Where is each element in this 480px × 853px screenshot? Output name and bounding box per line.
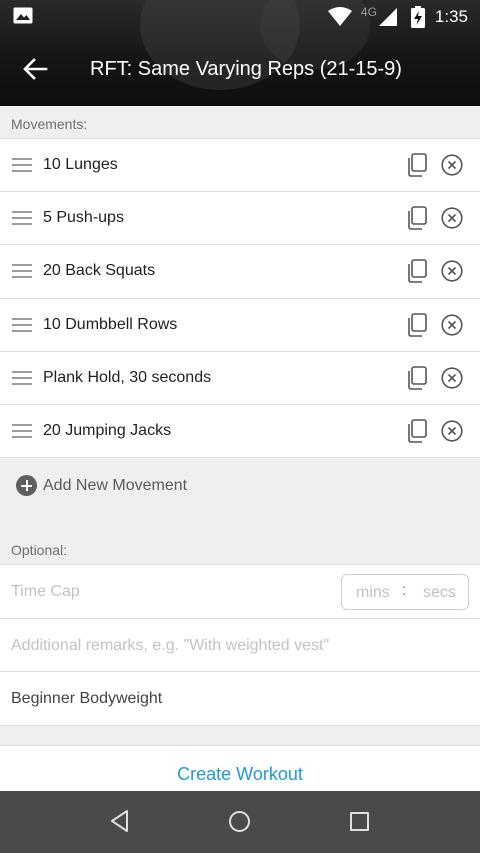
create-workout-button[interactable]: Create Workout	[0, 764, 480, 785]
remove-circle-icon[interactable]	[441, 367, 463, 389]
remove-circle-icon[interactable]	[441, 154, 463, 176]
remove-circle-icon[interactable]	[441, 420, 463, 442]
nav-recents-icon[interactable]	[350, 812, 369, 831]
movement-name: 5 Push-ups	[43, 209, 124, 227]
remarks-placeholder: Additional remarks, e.g. "With weighted …	[11, 636, 330, 654]
time-cap-input[interactable]: mins : secs	[341, 574, 469, 610]
category-value: Beginner Bodyweight	[11, 690, 163, 707]
movement-row[interactable]: Plank Hold, 30 seconds	[0, 352, 480, 405]
movement-row[interactable]: 5 Push-ups	[0, 192, 480, 246]
add-movement-label: Add New Movement	[43, 477, 188, 494]
movements-section-label: Movements:	[11, 116, 88, 132]
drag-handle-icon[interactable]	[12, 211, 32, 226]
movement-row[interactable]: 20 Back Squats	[0, 245, 480, 299]
copy-icon[interactable]	[406, 259, 428, 284]
optional-fields: Time Cap mins : secs Additional remarks,…	[0, 564, 480, 726]
movement-name: 20 Jumping Jacks	[43, 422, 172, 440]
movement-name: 10 Dumbbell Rows	[43, 315, 178, 333]
drag-handle-icon[interactable]	[12, 423, 32, 438]
movement-name: 20 Back Squats	[43, 262, 156, 280]
copy-icon[interactable]	[406, 206, 428, 230]
drag-handle-icon[interactable]	[12, 158, 32, 172]
remarks-field[interactable]: Additional remarks, e.g. "With weighted …	[0, 619, 480, 672]
wifi-icon	[327, 7, 352, 26]
clock: 1:35	[434, 7, 468, 26]
network-type: 4G	[360, 5, 377, 19]
battery-charging-icon	[410, 6, 425, 28]
copy-icon[interactable]	[406, 153, 428, 177]
back-arrow-icon[interactable]	[22, 56, 48, 82]
add-movement-button[interactable]: Add New Movement	[0, 458, 480, 514]
remove-circle-icon[interactable]	[441, 260, 463, 282]
drag-handle-icon[interactable]	[12, 264, 32, 279]
movements-list: 10 Lunges 5 Push-ups 20 Back Squats 10 D…	[0, 138, 480, 459]
seconds-field[interactable]: secs	[423, 584, 456, 602]
remove-circle-icon[interactable]	[441, 207, 463, 229]
copy-icon[interactable]	[406, 312, 428, 337]
signal-icon	[378, 8, 397, 26]
category-field[interactable]: Beginner Bodyweight	[0, 672, 480, 726]
movement-row[interactable]: 10 Dumbbell Rows	[0, 299, 480, 352]
optional-section-label: Optional:	[11, 542, 68, 558]
image-icon	[13, 7, 33, 24]
time-cap-row: Time Cap mins : secs	[0, 565, 480, 619]
create-workout-bar: Create Workout	[0, 745, 480, 791]
page-title: RFT: Same Varying Reps (21-15-9)	[90, 58, 402, 80]
movement-row[interactable]: 10 Lunges	[0, 139, 480, 193]
time-cap-label: Time Cap	[11, 583, 80, 600]
copy-icon[interactable]	[406, 365, 428, 390]
remove-circle-icon[interactable]	[441, 313, 463, 336]
app-header: 4G 1:35 RFT: Same Varying Reps (21-15-9)	[0, 0, 480, 106]
add-circle-icon	[16, 475, 37, 496]
nav-back-icon[interactable]	[109, 809, 131, 833]
movement-name: 10 Lunges	[43, 156, 118, 174]
toolbar: RFT: Same Varying Reps (21-15-9)	[0, 34, 480, 106]
drag-handle-icon[interactable]	[12, 370, 32, 385]
drag-handle-icon[interactable]	[12, 317, 32, 332]
system-nav-bar	[0, 791, 480, 853]
status-bar: 4G 1:35	[0, 0, 480, 34]
minutes-field[interactable]: mins	[356, 584, 390, 602]
nav-home-icon[interactable]	[229, 811, 250, 832]
movement-row[interactable]: 20 Jumping Jacks	[0, 405, 480, 459]
time-separator: :	[402, 582, 407, 599]
movement-name: Plank Hold, 30 seconds	[43, 368, 212, 386]
copy-icon[interactable]	[406, 419, 428, 443]
